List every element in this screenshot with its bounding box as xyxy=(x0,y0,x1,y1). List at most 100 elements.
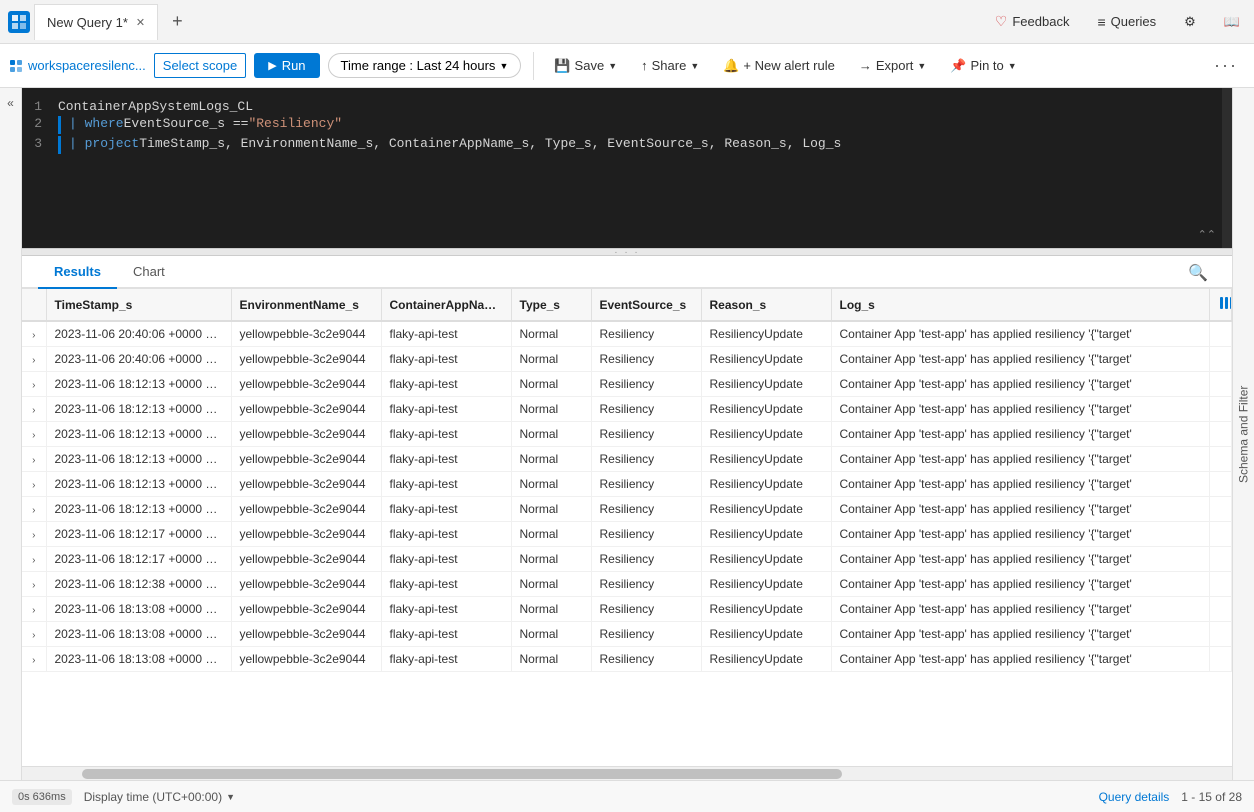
table-row[interactable]: › 2023-11-06 18:12:13 +0000 UTC yellowpe… xyxy=(22,447,1232,472)
cell-log: Container App 'test-app' has applied res… xyxy=(831,597,1210,622)
drag-handle[interactable]: · · · xyxy=(22,248,1232,256)
expand-row-icon[interactable]: › xyxy=(32,530,35,541)
queries-button[interactable]: ≡ Queries xyxy=(1091,10,1162,34)
cell-type: Normal xyxy=(511,522,591,547)
cell-eventsource: Resiliency xyxy=(591,597,701,622)
tab-results[interactable]: Results xyxy=(38,256,117,289)
editor-scrollbar[interactable] xyxy=(1222,88,1232,248)
expand-row-icon[interactable]: › xyxy=(32,380,35,391)
time-range-button[interactable]: Time range : Last 24 hours ▼ xyxy=(328,53,522,78)
table-row[interactable]: › 2023-11-06 18:12:38 +0000 UTC yellowpe… xyxy=(22,572,1232,597)
table-row[interactable]: › 2023-11-06 18:13:08 +0000 UTC yellowpe… xyxy=(22,622,1232,647)
expand-row-icon[interactable]: › xyxy=(32,480,35,491)
add-tab-button[interactable]: + xyxy=(162,7,193,36)
docs-button[interactable]: 📖 xyxy=(1218,10,1246,34)
more-options-button[interactable]: ··· xyxy=(1206,51,1246,80)
col-columns-icon-header[interactable] xyxy=(1210,289,1232,321)
expand-row-icon[interactable]: › xyxy=(32,655,35,666)
expand-row-icon[interactable]: › xyxy=(32,580,35,591)
cell-timestamp: 2023-11-06 20:40:06 +0000 UTC xyxy=(46,347,231,372)
feedback-button[interactable]: ♡ Feedback xyxy=(989,9,1076,34)
save-label: Save xyxy=(575,58,605,73)
export-button[interactable]: → Export ▼ xyxy=(851,54,935,77)
cell-log: Container App 'test-app' has applied res… xyxy=(831,397,1210,422)
cell-type: Normal xyxy=(511,422,591,447)
cell-eventsource: Resiliency xyxy=(591,422,701,447)
app-icon xyxy=(8,11,30,33)
expand-row-icon[interactable]: › xyxy=(32,630,35,641)
col-eventsource-header[interactable]: EventSource_s xyxy=(591,289,701,321)
cell-eventsource: Resiliency xyxy=(591,497,701,522)
share-chevron-icon: ▼ xyxy=(690,61,699,71)
expand-row-icon[interactable]: › xyxy=(32,505,35,516)
horizontal-scrollbar[interactable] xyxy=(22,766,1232,780)
run-button[interactable]: ▶ Run xyxy=(254,53,319,78)
table-row[interactable]: › 2023-11-06 18:12:17 +0000 UTC yellowpe… xyxy=(22,522,1232,547)
cell-type: Normal xyxy=(511,547,591,572)
cell-container: flaky-api-test xyxy=(381,321,511,347)
tab-chart[interactable]: Chart xyxy=(117,256,181,289)
code-editor[interactable]: 1 ContainerAppSystemLogs_CL 2 | where Ev… xyxy=(22,88,1232,248)
cell-container: flaky-api-test xyxy=(381,597,511,622)
settings-icon: ⚙ xyxy=(1184,14,1196,30)
query-details-link[interactable]: Query details xyxy=(1099,790,1170,804)
editor-collapse-button[interactable]: ⌃⌃ xyxy=(1198,228,1216,242)
cell-env: yellowpebble-3c2e9044 xyxy=(231,372,381,397)
table-row[interactable]: › 2023-11-06 18:12:13 +0000 UTC yellowpe… xyxy=(22,397,1232,422)
expand-row-icon[interactable]: › xyxy=(32,455,35,466)
heart-icon: ♡ xyxy=(995,13,1008,30)
sidebar-toggle[interactable]: « xyxy=(0,88,22,780)
table-row[interactable]: › 2023-11-06 18:13:08 +0000 UTC yellowpe… xyxy=(22,647,1232,672)
col-env-header[interactable]: EnvironmentName_s xyxy=(231,289,381,321)
cell-timestamp: 2023-11-06 18:13:08 +0000 UTC xyxy=(46,622,231,647)
table-row[interactable]: › 2023-11-06 18:12:13 +0000 UTC yellowpe… xyxy=(22,472,1232,497)
search-results-button[interactable]: 🔍 xyxy=(1180,259,1216,287)
select-scope-button[interactable]: Select scope xyxy=(154,53,246,78)
pin-to-button[interactable]: 📌 Pin to ▼ xyxy=(942,54,1024,78)
cell-eventsource: Resiliency xyxy=(591,572,701,597)
cell-log: Container App 'test-app' has applied res… xyxy=(831,447,1210,472)
col-container-header[interactable]: ContainerAppName_s xyxy=(381,289,511,321)
active-tab[interactable]: New Query 1* ✕ xyxy=(34,4,158,40)
cell-reason: ResiliencyUpdate xyxy=(701,372,831,397)
share-button[interactable]: ↑ Share ▼ xyxy=(633,54,707,77)
schema-filter-sidebar[interactable]: Schema and Filter xyxy=(1232,88,1254,780)
cell-eventsource: Resiliency xyxy=(591,622,701,647)
chart-tab-label: Chart xyxy=(133,264,165,279)
col-reason-header[interactable]: Reason_s xyxy=(701,289,831,321)
table-row[interactable]: › 2023-11-06 18:12:13 +0000 UTC yellowpe… xyxy=(22,372,1232,397)
expand-row-icon[interactable]: › xyxy=(32,405,35,416)
table-row[interactable]: › 2023-11-06 18:12:13 +0000 UTC yellowpe… xyxy=(22,422,1232,447)
save-icon: 💾 xyxy=(554,58,570,74)
table-row[interactable]: › 2023-11-06 18:12:13 +0000 UTC yellowpe… xyxy=(22,497,1232,522)
cell-eventsource: Resiliency xyxy=(591,372,701,397)
expand-row-icon[interactable]: › xyxy=(32,430,35,441)
expand-row-icon[interactable]: › xyxy=(32,605,35,616)
table-row[interactable]: › 2023-11-06 20:40:06 +0000 UTC yellowpe… xyxy=(22,321,1232,347)
cell-timestamp: 2023-11-06 18:12:13 +0000 UTC xyxy=(46,472,231,497)
expand-row-icon[interactable]: › xyxy=(32,555,35,566)
col-type-header[interactable]: Type_s xyxy=(511,289,591,321)
scrollbar-thumb[interactable] xyxy=(82,769,842,779)
cell-env: yellowpebble-3c2e9044 xyxy=(231,397,381,422)
results-panel: Results Chart 🔍 TimeStamp_s EnvironmentN… xyxy=(22,256,1232,780)
save-button[interactable]: 💾 Save ▼ xyxy=(546,54,625,78)
cell-type: Normal xyxy=(511,321,591,347)
display-time-label[interactable]: Display time (UTC+00:00) ▼ xyxy=(84,790,235,804)
col-log-header[interactable]: Log_s xyxy=(831,289,1210,321)
expand-row-icon[interactable]: › xyxy=(32,355,35,366)
expand-row-icon[interactable]: › xyxy=(32,330,35,341)
settings-button[interactable]: ⚙ xyxy=(1178,10,1202,34)
title-bar-left: New Query 1* ✕ + xyxy=(8,4,193,40)
table-row[interactable]: › 2023-11-06 18:13:08 +0000 UTC yellowpe… xyxy=(22,597,1232,622)
cell-type: Normal xyxy=(511,472,591,497)
line-number-3: 3 xyxy=(22,136,58,151)
table-row[interactable]: › 2023-11-06 18:12:17 +0000 UTC yellowpe… xyxy=(22,547,1232,572)
table-row[interactable]: › 2023-11-06 20:40:06 +0000 UTC yellowpe… xyxy=(22,347,1232,372)
line-number-1: 1 xyxy=(22,99,58,114)
workspace-selector[interactable]: workspaceresilenc... xyxy=(8,58,146,74)
col-timestamp-header[interactable]: TimeStamp_s xyxy=(46,289,231,321)
results-tab-label: Results xyxy=(54,264,101,279)
new-alert-button[interactable]: 🔔 + New alert rule xyxy=(715,54,843,78)
tab-close-button[interactable]: ✕ xyxy=(136,16,145,29)
